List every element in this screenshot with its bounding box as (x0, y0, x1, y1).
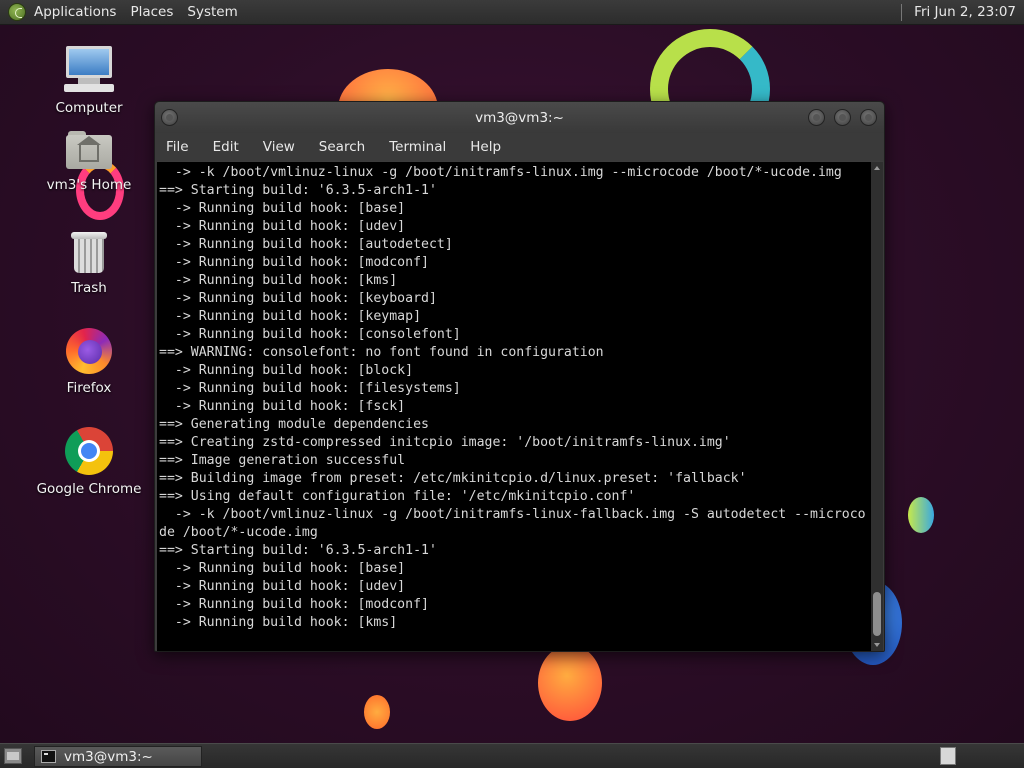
desktop-icon-computer[interactable]: Computer (34, 46, 144, 116)
desktop-icon-home[interactable]: vm3's Home (34, 131, 144, 193)
terminal-line: ==> Creating zstd-compressed initcpio im… (159, 435, 731, 450)
desktop-icon-chrome[interactable]: Google Chrome (34, 427, 144, 497)
menu-search[interactable]: Search (306, 139, 376, 155)
menu-edit[interactable]: Edit (200, 139, 250, 155)
window-menubar: File Edit View Search Terminal Help (155, 133, 884, 161)
menu-terminal[interactable]: Terminal (376, 139, 457, 155)
scroll-down-arrow-icon[interactable] (874, 643, 880, 647)
maximize-button[interactable] (834, 109, 851, 126)
terminal-line: -> Running build hook: [kms] (159, 615, 398, 630)
minimize-button[interactable] (808, 109, 825, 126)
terminal-line: -> Running build hook: [base] (159, 561, 406, 576)
terminal-line: -> -k /boot/vmlinuz-linux -g /boot/initr… (159, 165, 842, 180)
menu-view[interactable]: View (250, 139, 306, 155)
terminal-line: -> -k /boot/vmlinuz-linux -g /boot/initr… (159, 507, 866, 522)
wallpaper-small-blob (908, 497, 934, 533)
terminal-line: ==> Starting build: '6.3.5-arch1-1' (159, 183, 437, 198)
window-titlebar[interactable]: vm3@vm3:~ (155, 102, 884, 133)
menu-applications[interactable]: Applications (34, 4, 116, 20)
desktop-icon-label: Trash (71, 280, 107, 296)
desktop-icon-label: Firefox (66, 380, 112, 396)
scrollbar-thumb[interactable] (873, 592, 881, 636)
top-panel: Applications Places System Fri Jun 2, 23… (0, 0, 1024, 25)
workspace-switcher[interactable] (940, 747, 956, 765)
terminal-line: -> Running build hook: [filesystems] (159, 381, 461, 396)
desktop-icon-firefox[interactable]: Firefox (34, 328, 144, 396)
terminal-line: -> Running build hook: [modconf] (159, 597, 429, 612)
terminal-line: de /boot/*-ucode.img (159, 525, 318, 540)
menu-help[interactable]: Help (457, 139, 512, 155)
terminal-line: -> Running build hook: [fsck] (159, 399, 406, 414)
wallpaper-orange-blob-bottom (538, 645, 602, 721)
terminal-line: ==> Using default configuration file: '/… (159, 489, 636, 504)
terminal-window[interactable]: vm3@vm3:~ File Edit View Search Terminal… (154, 101, 885, 652)
taskbar-item-terminal[interactable]: vm3@vm3:~ (34, 746, 202, 767)
desktop-icon-label: Computer (55, 100, 123, 116)
terminal-line: ==> Image generation successful (159, 453, 406, 468)
clock[interactable]: Fri Jun 2, 23:07 (914, 4, 1016, 20)
panel-separator (901, 3, 903, 21)
desktop-icon-label: vm3's Home (46, 177, 132, 193)
menu-file[interactable]: File (166, 139, 200, 155)
show-desktop-icon[interactable] (4, 748, 22, 764)
firefox-icon (66, 328, 112, 374)
home-folder-icon (66, 131, 112, 171)
close-button[interactable] (860, 109, 877, 126)
terminal-line: -> Running build hook: [consolefont] (159, 327, 461, 342)
terminal-output[interactable]: -> -k /boot/vmlinuz-linux -g /boot/initr… (157, 162, 871, 651)
terminal-line: ==> Building image from preset: /etc/mki… (159, 471, 747, 486)
terminal-line: -> Running build hook: [kms] (159, 273, 398, 288)
terminal-line: -> Running build hook: [autodetect] (159, 237, 453, 252)
terminal-line: -> Running build hook: [block] (159, 363, 414, 378)
taskbar-item-label: vm3@vm3:~ (64, 748, 153, 765)
terminal-line: -> Running build hook: [keyboard] (159, 291, 437, 306)
terminal-line: -> Running build hook: [base] (159, 201, 406, 216)
window-title: vm3@vm3:~ (475, 110, 564, 126)
terminal-line: ==> Generating module dependencies (159, 417, 429, 432)
bottom-panel: vm3@vm3:~ (0, 743, 1024, 768)
terminal-line: ==> WARNING: consolefont: no font found … (159, 345, 604, 360)
terminal-line: -> Running build hook: [udev] (159, 219, 406, 234)
terminal-line: ==> Starting build: '6.3.5-arch1-1' (159, 543, 437, 558)
menu-system[interactable]: System (187, 4, 237, 20)
terminal-line: -> Running build hook: [modconf] (159, 255, 429, 270)
distro-logo-icon[interactable] (8, 3, 26, 21)
terminal-line: -> Running build hook: [keymap] (159, 309, 422, 324)
computer-icon (64, 46, 114, 94)
terminal-icon (41, 750, 56, 763)
wallpaper-small-orange-blob (364, 695, 390, 729)
terminal-scrollbar[interactable] (871, 162, 883, 651)
terminal-line: -> Running build hook: [udev] (159, 579, 406, 594)
desktop-icon-label: Google Chrome (36, 481, 142, 497)
menu-places[interactable]: Places (130, 4, 173, 20)
desktop-icon-trash[interactable]: Trash (34, 230, 144, 296)
chrome-icon (65, 427, 113, 475)
trash-icon (71, 230, 107, 274)
scroll-up-arrow-icon[interactable] (874, 166, 880, 170)
